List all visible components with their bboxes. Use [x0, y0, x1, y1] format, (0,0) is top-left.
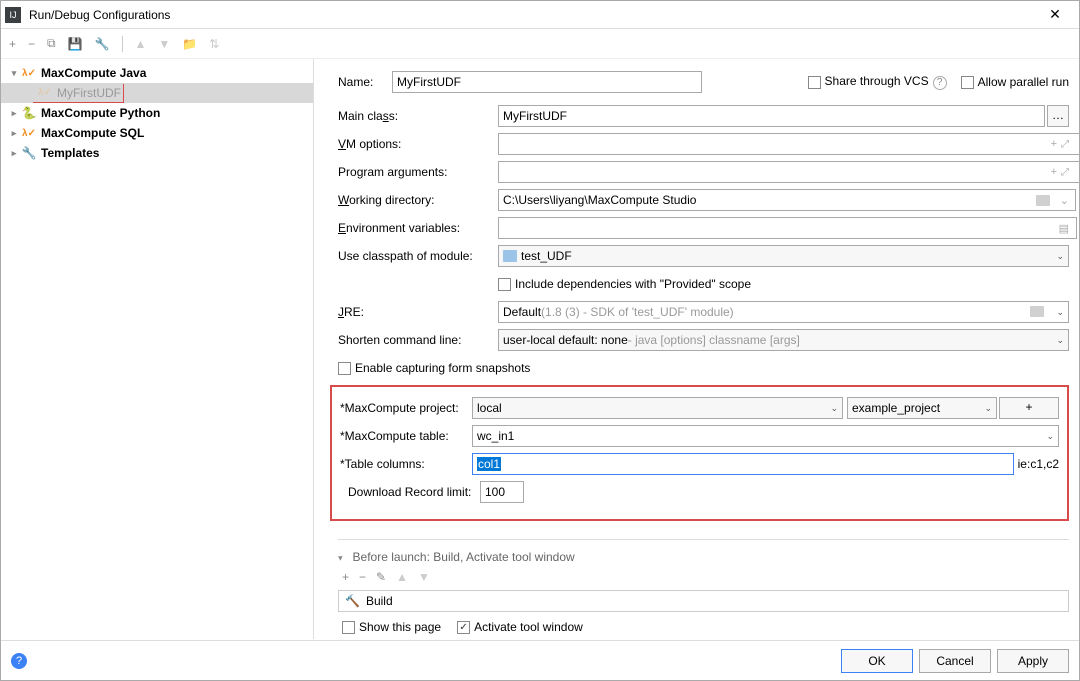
tree-node-myfirstudf[interactable]: λ✓MyFirstUDF [1, 83, 313, 103]
mc-table-dropdown[interactable]: wc_in1⌄ [472, 425, 1059, 447]
chevron-down-icon[interactable]: ⌄ [1060, 194, 1069, 207]
ok-button[interactable]: OK [841, 649, 913, 673]
chevron-down-icon: ⌄ [1056, 251, 1064, 262]
vm-options-label: VM options: [338, 137, 498, 151]
name-label: Name: [338, 75, 392, 89]
down-icon[interactable]: ▼ [158, 37, 170, 51]
tree-node-templates[interactable]: ▸🔧Templates [1, 143, 313, 163]
tree-node-maxcompute-sql[interactable]: ▸λ✓MaxCompute SQL [1, 123, 313, 143]
module-icon [503, 250, 517, 262]
add-icon[interactable]: + [342, 570, 349, 584]
mc-project-label: *MaxCompute project: [340, 401, 472, 415]
env-vars-label: Environment variables: [338, 221, 498, 235]
shorten-cmd-dropdown[interactable]: user-local default: none - java [options… [498, 329, 1069, 351]
app-icon: IJ [5, 7, 21, 23]
shorten-cmd-label: Shorten command line: [338, 333, 498, 347]
show-page-checkbox[interactable]: Show this page [342, 620, 441, 634]
hammer-icon: 🔨 [345, 594, 360, 608]
apply-button[interactable]: Apply [997, 649, 1069, 673]
working-dir-input[interactable] [498, 189, 1076, 211]
up-icon[interactable]: ▲ [396, 570, 408, 584]
include-deps-checkbox[interactable]: Include dependencies with "Provided" sco… [498, 277, 751, 291]
vm-options-input[interactable] [498, 133, 1079, 155]
mc-table-label: *MaxCompute table: [340, 429, 472, 443]
allow-parallel-checkbox[interactable]: Allow parallel run [961, 75, 1069, 89]
activate-window-checkbox[interactable]: Activate tool window [457, 620, 583, 634]
maxcompute-section: *MaxCompute project: local⌄ example_proj… [330, 385, 1069, 521]
help-icon[interactable]: ? [933, 76, 947, 90]
sort-icon[interactable]: ⇅ [209, 37, 219, 51]
chevron-down-icon: ⌄ [1046, 431, 1054, 442]
env-vars-input[interactable] [498, 217, 1077, 239]
expand-icon[interactable]: ⤢ [1061, 139, 1069, 150]
folder-move-icon[interactable]: 📁 [182, 37, 197, 51]
plus-icon[interactable]: + [1051, 138, 1057, 150]
classpath-dropdown[interactable]: test_UDF ⌄ [498, 245, 1069, 267]
copy-icon[interactable]: ⧉ [47, 36, 56, 51]
mc-columns-label: *Table columns: [340, 457, 472, 471]
help-icon[interactable]: ? [11, 653, 27, 669]
collapse-icon[interactable]: ▸ [335, 556, 346, 561]
before-launch-list[interactable]: 🔨 Build [338, 590, 1069, 612]
jre-label: JRE: [338, 305, 498, 319]
chevron-down-icon: ⌄ [830, 403, 838, 414]
columns-hint: ie:c1,c2 [1018, 457, 1059, 471]
folder-icon [1030, 306, 1044, 317]
jre-dropdown[interactable]: Default (1.8 (3) - SDK of 'test_UDF' mod… [498, 301, 1069, 323]
tree-node-maxcompute-java[interactable]: ▾λ✓MaxCompute Java [1, 63, 313, 83]
separator [122, 36, 123, 52]
mc-download-input[interactable] [480, 481, 524, 503]
titlebar: IJ Run/Debug Configurations ✕ [1, 1, 1079, 29]
build-task: Build [366, 594, 393, 608]
mc-project-dropdown[interactable]: local⌄ [472, 397, 843, 419]
chevron-down-icon: ⌄ [1056, 335, 1064, 346]
tree-node-maxcompute-python[interactable]: ▸🐍MaxCompute Python [1, 103, 313, 123]
share-vcs-checkbox[interactable]: Share through VCS? [808, 74, 947, 90]
main-class-input[interactable] [498, 105, 1045, 127]
expand-icon[interactable]: ⤢ [1061, 167, 1069, 178]
chevron-down-icon: ⌄ [1056, 307, 1064, 318]
cancel-button[interactable]: Cancel [919, 649, 991, 673]
edit-icon[interactable]: ✎ [376, 570, 386, 584]
folder-icon[interactable] [1036, 195, 1050, 206]
name-input[interactable] [392, 71, 702, 93]
working-dir-label: Working directory: [338, 193, 498, 207]
up-icon[interactable]: ▲ [135, 37, 147, 51]
dialog-footer: ? OK Cancel Apply [1, 640, 1079, 680]
remove-icon[interactable]: − [28, 37, 35, 51]
before-launch-title: Before launch: Build, Activate tool wind… [353, 550, 575, 564]
enable-snapshots-checkbox[interactable]: Enable capturing form snapshots [338, 361, 530, 375]
down-icon[interactable]: ▼ [418, 570, 430, 584]
list-icon[interactable]: ▤ [1059, 222, 1069, 235]
main-class-label: Main class: [338, 109, 498, 123]
config-tree[interactable]: ▾λ✓MaxCompute Java λ✓MyFirstUDF ▸🐍MaxCom… [1, 59, 314, 639]
save-icon[interactable]: 💾 [68, 37, 83, 51]
browse-button[interactable]: … [1047, 105, 1069, 127]
program-args-label: Program arguments: [338, 165, 498, 179]
chevron-down-icon: ⌄ [984, 403, 992, 414]
wrench-icon[interactable]: 🔧 [95, 37, 110, 51]
add-icon[interactable]: + [9, 37, 16, 51]
before-launch-section: ▸ Before launch: Build, Activate tool win… [338, 550, 1069, 639]
mc-columns-input[interactable]: col1 [472, 453, 1014, 475]
window-title: Run/Debug Configurations [29, 8, 1035, 22]
classpath-label: Use classpath of module: [338, 249, 498, 263]
add-button[interactable]: + [999, 397, 1059, 419]
chevron-down-icon [1030, 306, 1044, 319]
config-toolbar: + − ⧉ 💾 🔧 ▲ ▼ 📁 ⇅ [1, 29, 1079, 59]
close-icon[interactable]: ✕ [1035, 6, 1075, 23]
mc-project2-dropdown[interactable]: example_project⌄ [847, 397, 997, 419]
config-form: Name: Share through VCS? Allow parallel … [314, 59, 1079, 639]
mc-download-label: Download Record limit: [340, 485, 480, 499]
remove-icon[interactable]: − [359, 570, 366, 584]
program-args-input[interactable] [498, 161, 1079, 183]
plus-icon[interactable]: + [1051, 166, 1057, 178]
